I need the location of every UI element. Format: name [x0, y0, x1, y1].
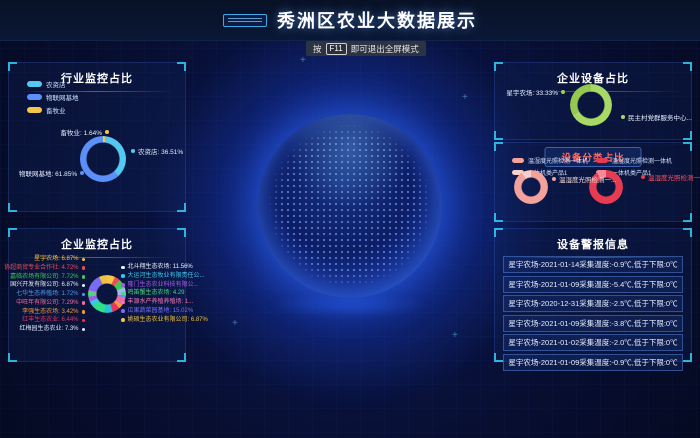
enterprise-monitor-panel: 企业监控占比 星宇农场: 6.87%协超商贸专业合作社: 4.72%嘉临农场有限… [8, 228, 186, 362]
label-dot [82, 319, 86, 323]
label-dot [82, 293, 86, 297]
panel-title: 企业监控占比 [9, 229, 185, 252]
legend-item[interactable]: 温湿度光照检测一体机 [596, 156, 672, 165]
label-dot [121, 318, 125, 322]
alert-row: 星宇农场-2021-01-14采集温度:-0.9℃,低于下限:0℃ [503, 256, 683, 273]
label-dot [621, 115, 625, 119]
label-dot [82, 328, 86, 332]
panel-title: 设备警报信息 [495, 229, 691, 252]
legend-swatch [512, 158, 524, 163]
plus-decoration: + [452, 330, 458, 341]
label-dot [82, 310, 86, 314]
brand-logo [223, 14, 267, 27]
label-dot [80, 171, 84, 175]
legend-item[interactable]: 物联网基地 [27, 92, 79, 102]
header: 秀洲区农业大数据展示 [0, 0, 700, 41]
chart-label-sensor-left: 温湿度光照检测一... [552, 174, 616, 184]
tooltip-text-prefix: 按 [313, 43, 322, 55]
chart-label: 姚硕生态农业有限公司: 6.87% [121, 316, 208, 325]
globe-visualization[interactable] [258, 114, 442, 298]
chart-label-iot-base: 物联网基地: 61.85% [19, 168, 84, 178]
chart-label: 北斗翔生态农场: 11.56% [121, 263, 193, 272]
chart-label: 瓜果蔬菜园基地: 15.02% [121, 307, 193, 316]
label-dot [82, 266, 86, 270]
label-dot [82, 284, 86, 288]
f11-keycap: F11 [326, 43, 347, 55]
alert-row: 星宇农场-2021-01-02采集温度:-2.0℃,低于下限:0℃ [503, 334, 683, 351]
chart-label-agristore: 农资店: 36.51% [131, 146, 183, 156]
equipment-ratio-panel: 企业设备占比 星宇农场: 33.33% 民主村党群服务中心... [494, 62, 692, 140]
chart-label: 鸣笛蟹生态农场: 4.29 [121, 289, 185, 298]
globe-highlight [258, 114, 442, 298]
label-dot [131, 149, 135, 153]
legend-swatch [27, 94, 42, 100]
label-dot [82, 258, 86, 262]
chart-label: 红梅园生态农业: 7.3% [19, 325, 85, 334]
chart-label-sensor-right: 温湿度光照检测一... [641, 172, 700, 182]
label-dot [121, 309, 125, 313]
legend-swatch [27, 81, 42, 87]
category-donut-left[interactable] [514, 170, 548, 204]
legend-item[interactable]: 畜牧业 [27, 105, 79, 115]
panel-title: 企业设备占比 [495, 63, 691, 86]
chart-label: 中旺年有限公司: 7.29% [16, 299, 85, 308]
label-dot [561, 90, 565, 94]
alert-row: 星宇农场-2021-01-09采集温度:-3.8℃,低于下限:0℃ [503, 315, 683, 332]
plus-decoration: + [300, 55, 306, 66]
alert-row: 星宇农场-2021-01-09采集温度:-0.9℃,低于下限:0℃ [503, 354, 683, 371]
legend-item[interactable]: 农资店 [27, 79, 79, 89]
label-dot [552, 177, 556, 181]
equipment-donut-chart[interactable] [570, 84, 612, 126]
label-dot [641, 175, 645, 179]
alert-list: 星宇农场-2021-01-14采集温度:-0.9℃,低于下限:0℃ 星宇农场-20… [503, 256, 683, 371]
plus-decoration: + [462, 92, 468, 103]
label-dot [121, 266, 125, 270]
dashboard: + + + + 秀洲区农业大数据展示 按 F11 即可退出全屏模式 行业监控占比… [0, 0, 700, 438]
chart-label: 丰源水产养殖养殖场: 1... [121, 298, 193, 307]
alert-row: 星宇农场-2020-12-31采集温度:-2.5℃,低于下限:0℃ [503, 295, 683, 312]
device-category-panel: 设备分类占比 温湿度光照检测一体机一体机类产品1 温湿度光照检测一体机一体机类产… [494, 142, 692, 222]
label-dot [105, 130, 109, 134]
legend-swatch [596, 158, 608, 163]
label-dot [82, 275, 86, 279]
alert-row: 星宇农场-2021-01-09采集温度:-5.4℃,低于下限:0℃ [503, 276, 683, 293]
industry-donut-chart[interactable] [80, 136, 126, 182]
chart-label: 隆门生态农业科技有限公... [121, 281, 199, 290]
chart-label: 李强生态农场: 3.42% [22, 308, 85, 317]
chart-label: 大运河生态牧业有限责任公... [121, 272, 205, 281]
industry-monitor-panel: 行业监控占比 农资店物联网基地畜牧业 畜牧业: 1.64% 农资店: 36.51… [8, 62, 186, 212]
chart-label-service-center: 民主村党群服务中心... [621, 112, 692, 122]
chart-label: 红丰生态农业: 6.44% [22, 316, 85, 325]
enterprise-labels-right: 北斗翔生态农场: 11.56%大运河生态牧业有限责任公...隆门生态农业科技有限… [121, 263, 185, 324]
plus-decoration: + [232, 318, 238, 329]
fullscreen-tooltip: 按 F11 即可退出全屏模式 [306, 41, 426, 56]
chart-label: 协超商贸专业合作社: 4.72% [4, 264, 85, 273]
chart-label: 嘉临农场有限公司: 7.72% [10, 273, 85, 282]
tooltip-text-suffix: 即可退出全屏模式 [351, 43, 419, 55]
legend-item[interactable]: 温湿度光照检测一体机 [512, 156, 588, 165]
chart-label: 星宇农场: 6.87% [34, 255, 85, 264]
label-dot [121, 301, 125, 305]
chart-label: 七华生态养殖场: 1.72% [16, 290, 85, 299]
chart-label-livestock: 畜牧业: 1.64% [23, 127, 109, 137]
label-dot [121, 292, 125, 296]
page-title: 秀洲区农业大数据展示 [277, 7, 477, 33]
enterprise-labels-left: 星宇农场: 6.87%协超商贸专业合作社: 4.72%嘉临农场有限公司: 7.7… [13, 255, 85, 334]
industry-chart-legend: 农资店物联网基地畜牧业 [27, 79, 79, 115]
legend-swatch [27, 107, 42, 113]
label-dot [121, 274, 125, 278]
label-dot [121, 283, 125, 287]
chart-label-xingyu-farm: 星宇农场: 33.33% [501, 87, 565, 97]
label-dot [82, 301, 86, 305]
chart-label: 国兴开发有限公司: 6.87% [10, 281, 85, 290]
device-alert-panel: 设备警报信息 星宇农场-2021-01-14采集温度:-0.9℃,低于下限:0℃… [494, 228, 692, 362]
